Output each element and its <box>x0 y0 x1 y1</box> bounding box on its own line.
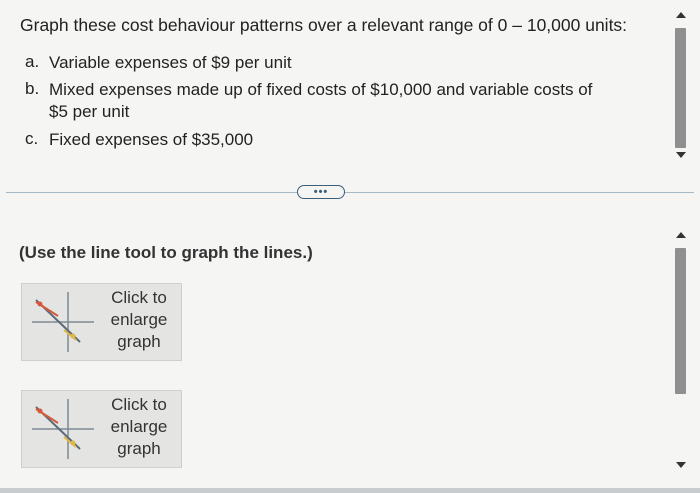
option-c-text: Fixed expenses of $35,000 <box>49 130 254 149</box>
instruction-text: (Use the line tool to graph the lines.) <box>19 243 313 262</box>
graph-thumbnail-icon <box>32 292 94 352</box>
question-pane: Graph these cost behaviour patterns over… <box>0 0 700 192</box>
scroll-down-icon[interactable] <box>676 152 686 158</box>
pane-divider <box>6 192 694 193</box>
option-c-letter: c. <box>25 129 39 148</box>
option-a-letter: a. <box>25 52 40 71</box>
scroll-down-icon[interactable] <box>676 462 686 468</box>
enlarge-graph-button-1[interactable]: Click to enlarge graph <box>21 283 182 361</box>
enlarge-graph-label-2: Click to enlarge graph <box>110 395 168 458</box>
enlarge-graph-label-1: Click to enlarge graph <box>110 288 168 351</box>
question-scrollbar[interactable] <box>671 10 693 160</box>
scroll-up-icon[interactable] <box>676 232 686 238</box>
expand-more-button[interactable]: ••• <box>297 185 345 199</box>
question-text: Graph these cost behaviour patterns over… <box>20 15 628 35</box>
option-b-text-line1: Mixed expenses made up of fixed costs of… <box>49 80 593 99</box>
bottom-edge <box>0 488 700 493</box>
scroll-thumb[interactable] <box>675 28 686 148</box>
option-b-text-line2: $5 per unit <box>49 102 130 121</box>
graph-thumbnail-icon <box>32 399 94 459</box>
enlarge-graph-button-2[interactable]: Click to enlarge graph <box>21 390 182 468</box>
answer-scrollbar[interactable] <box>671 230 693 480</box>
option-b-letter: b. <box>25 79 40 98</box>
option-a-text: Variable expenses of $9 per unit <box>49 53 292 72</box>
scroll-up-icon[interactable] <box>676 12 686 18</box>
scroll-thumb[interactable] <box>675 248 686 394</box>
